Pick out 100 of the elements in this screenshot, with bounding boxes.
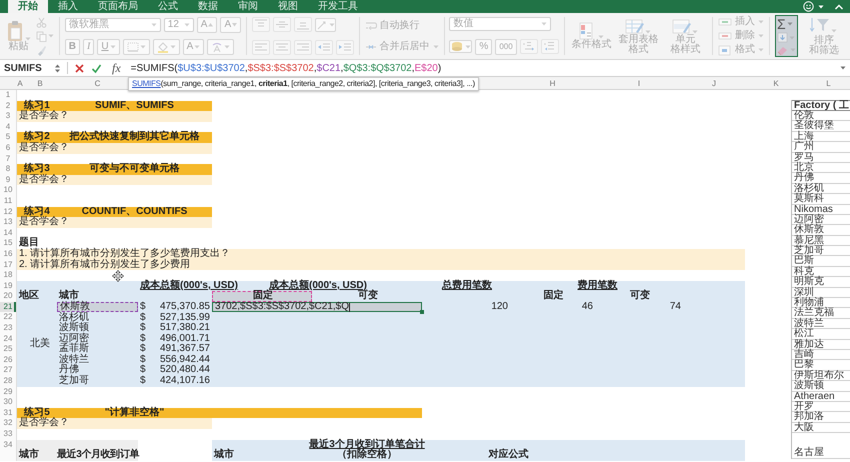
row-header[interactable]: 9 [0,174,17,186]
column-heading: 对应公式 [488,450,528,460]
currency-sign: $ [140,354,146,365]
ribbon-tab[interactable]: 开始 [8,0,48,13]
list-cell: 大阪 [792,422,850,434]
row-header[interactable]: 33 [0,429,17,440]
row-header[interactable]: 26 [0,354,17,366]
cross-icon[interactable] [74,62,85,74]
clipboard-icon [6,20,24,42]
column-header[interactable]: B [37,77,43,90]
ribbon-tab[interactable]: 数据 [188,0,228,13]
city-text: 迈阿密 [58,334,89,344]
exercise-topic: SUMIF、SUMIFS [95,100,174,112]
list-cell: Nikomas [792,204,850,215]
row-header[interactable]: 6 [0,142,17,154]
function-link[interactable]: SUMIFS [132,78,161,90]
row-header[interactable]: 1 [0,90,17,101]
city-text: 洛杉矶 [58,312,89,323]
row-header[interactable]: 10 [0,185,17,196]
row-header[interactable]: 16 [0,248,17,260]
column-heading: 城市 [19,450,39,460]
insert-function-button[interactable]: fx [112,60,121,76]
row-header[interactable]: 30 [0,397,17,408]
column-header[interactable]: H [550,77,556,90]
number-text: 46 [582,302,594,312]
number-text: 74 [670,302,682,312]
row-header[interactable]: 25 [0,344,17,355]
list-cell: 波特兰 [792,318,850,330]
ribbon-tab[interactable]: 审阅 [228,0,268,13]
amount-text: 496,001.71 [160,334,210,344]
row-header[interactable]: 28 [0,376,17,387]
exercise-number: 练习5 [24,408,50,418]
column-header[interactable]: I [638,77,640,90]
list-cell: 明斯克 [792,277,850,288]
phonetic-icon [211,42,224,53]
row-header[interactable]: 22 [0,312,17,324]
smiley-icon[interactable] [803,1,814,12]
ribbon-tab[interactable]: 插入 [48,0,88,13]
amount-text: 491,367.57 [160,344,210,355]
caret-icon[interactable] [840,65,846,71]
ribbon-tab[interactable]: 页面布局 [88,0,148,13]
row-header[interactable]: 11 [0,196,17,207]
exercise-topic: "计算非空格" [104,408,164,418]
column-header[interactable]: C [94,77,100,90]
column-header[interactable]: A [17,77,23,90]
funnel-icon [810,16,830,34]
row-header[interactable]: 29 [0,386,17,398]
row-header[interactable]: 2 [0,100,17,112]
row-header[interactable]: 19 [0,280,17,292]
row-header[interactable]: 31 [0,408,17,418]
row-header[interactable]: 15 [0,238,17,249]
ribbon-tab[interactable]: 公式 [148,0,188,13]
row-header[interactable]: 14 [0,228,17,238]
column-heading: 最近3个月收到订单笔合计 [309,440,425,450]
column-header[interactable]: J [712,77,716,90]
row-header[interactable]: 24 [0,334,17,344]
stepper-icon[interactable] [54,62,61,74]
list-cell: 波斯顿 [792,381,850,392]
row-header[interactable]: 34 [0,440,17,461]
number-text: 120 [491,302,509,312]
row-header[interactable]: 17 [0,260,17,270]
amount-text: 517,380.21 [160,323,210,334]
list-header: Factory ( 工 [792,100,850,111]
amount-text: 556,942.44 [160,354,210,365]
row-header[interactable]: 23 [0,323,17,334]
row-header[interactable]: 12 [0,206,17,218]
column-heading: 固定 [542,291,564,302]
list-cell: 吉崎 [792,350,850,360]
check-icon[interactable] [91,62,102,74]
list-cell: 莫斯科 [792,194,850,205]
city-text: 波特兰 [58,354,89,365]
exercise-number: 练习1 [24,100,50,111]
column-heading: （扣除空格） [337,450,397,461]
caret-icon[interactable] [818,4,824,10]
list-cell: 休斯敦 [792,225,850,236]
formula-field[interactable]: =SUMIFS($U$3:$U$3702,$S$3:$S$3702,$C21,$Q$3:$Q$3702,E$20) [130,62,442,74]
row-header[interactable]: 5 [0,132,17,143]
row-header[interactable]: 32 [0,418,17,429]
ribbon-tab[interactable]: 开发工具 [308,0,368,13]
column-header[interactable]: L [826,77,831,90]
column-heading: 成本总额(000's, USD) [269,280,367,291]
cell-editor[interactable]: 3702,$S$3:$S$3702,$C21,$Q [212,302,422,312]
row-header[interactable]: 7 [0,154,17,164]
column-header[interactable]: K [773,77,779,90]
row-header[interactable]: 21 [0,302,17,312]
row-header[interactable]: 18 [0,270,17,281]
row-header[interactable]: 4 [0,122,17,132]
row-header[interactable]: 13 [0,217,17,228]
row-header[interactable]: 8 [0,164,17,175]
city-text: 孟菲斯 [58,344,89,354]
city-text: 波斯顿 [58,323,89,334]
name-box[interactable]: SUMIFS [4,62,48,74]
row-header[interactable]: 3 [0,111,17,122]
row-header[interactable]: 27 [0,365,17,376]
list-cell: Atheraen [792,392,850,402]
chevron-up-icon[interactable] [834,2,844,10]
eraser-icon [776,45,789,56]
wrap-text-icon [364,20,377,30]
row-header[interactable]: 20 [0,291,17,302]
ribbon-tab[interactable]: 视图 [268,0,308,13]
